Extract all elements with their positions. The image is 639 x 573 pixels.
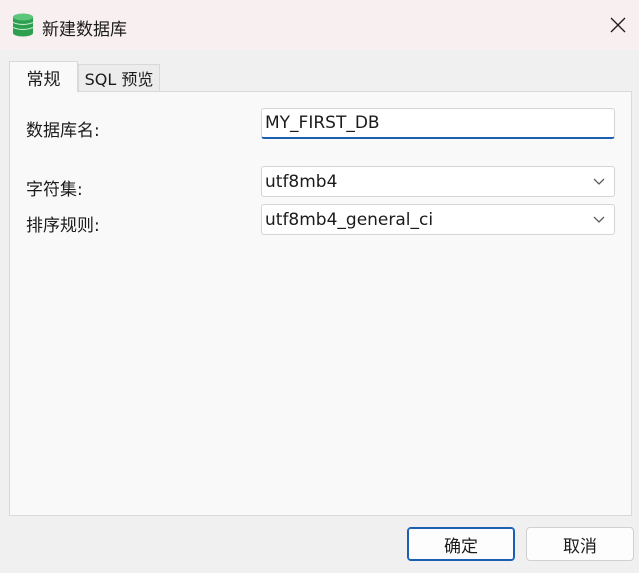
charset-label: 字符集: [26,180,83,200]
charset-value: utf8mb4 [265,171,338,192]
charset-select[interactable]: utf8mb4 [261,166,615,197]
chevron-down-icon [593,178,605,185]
tab-general[interactable]: 常规 [9,61,78,92]
window-title: 新建数据库 [42,20,127,40]
title-bar: 新建数据库 [0,0,639,50]
database-name-value: MY_FIRST_DB [265,113,380,133]
cancel-button[interactable]: 取消 [526,527,634,561]
general-panel: 数据库名: MY_FIRST_DB 字符集: utf8mb4 排序规则: utf… [9,91,632,516]
database-name-input[interactable]: MY_FIRST_DB [261,108,615,139]
tab-sql-preview[interactable]: SQL 预览 [78,64,160,91]
database-icon [12,13,34,37]
chevron-down-icon [593,216,605,223]
database-name-label: 数据库名: [26,121,100,141]
collation-select[interactable]: utf8mb4_general_ci [261,204,615,235]
ok-button[interactable]: 确定 [407,527,515,561]
collation-label: 排序规则: [26,216,100,236]
collation-value: utf8mb4_general_ci [265,209,434,230]
close-icon [610,17,626,33]
close-button[interactable] [598,10,638,40]
